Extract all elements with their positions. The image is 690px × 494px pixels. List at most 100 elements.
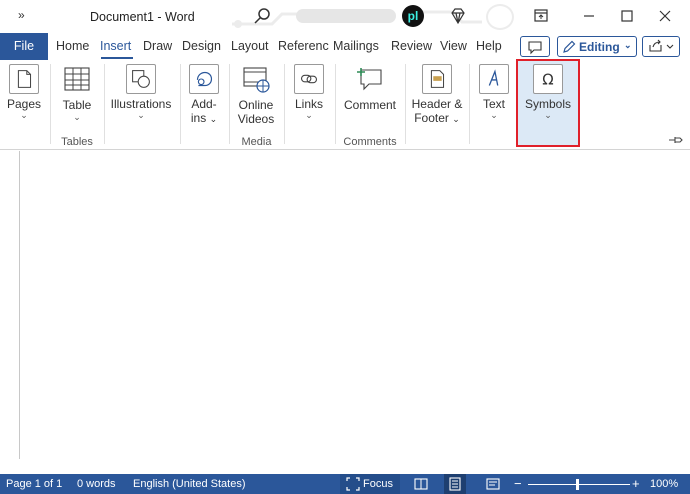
add-ins-button[interactable]: Add- ins ⌄: [184, 60, 224, 134]
print-layout-icon: [449, 477, 461, 491]
zoom-in-button[interactable]: +: [632, 476, 640, 491]
separator: [405, 64, 406, 144]
illustrations-label: Illustrations: [110, 97, 172, 111]
account-name-redacted: [296, 9, 396, 23]
tab-review[interactable]: Review: [391, 39, 432, 53]
focus-label: Focus: [363, 478, 393, 490]
web-layout-icon[interactable]: [486, 477, 500, 491]
read-mode-icon[interactable]: [414, 477, 428, 491]
group-label-comments: Comments: [343, 136, 397, 148]
text-label: Text: [482, 97, 505, 111]
table-label: Table: [62, 98, 92, 112]
separator: [284, 64, 285, 144]
language-indicator[interactable]: English (United States): [133, 478, 246, 490]
zoom-slider-thumb[interactable]: [576, 479, 579, 490]
document-canvas[interactable]: [0, 151, 690, 474]
link-icon: [294, 64, 324, 94]
new-comment-button[interactable]: Comment: [339, 60, 401, 134]
tab-layout[interactable]: Layout: [231, 39, 269, 53]
insert-ribbon: Pages ⌄ Table ⌄ Tables Illustrations ⌄ A…: [0, 60, 690, 150]
online-videos-button[interactable]: Online Videos: [233, 60, 279, 134]
status-bar: Page 1 of 1 0 words English (United Stat…: [0, 474, 690, 494]
table-icon: [62, 64, 92, 94]
active-tab-indicator: [101, 57, 133, 59]
restore-ribbon-icon[interactable]: [530, 6, 552, 26]
pages-button[interactable]: Pages ⌄: [2, 60, 46, 134]
shapes-icon: [126, 64, 156, 94]
separator: [229, 64, 230, 144]
search-icon[interactable]: [252, 6, 272, 26]
title-bar: » Document1 - Word pl: [0, 0, 690, 33]
diamond-icon[interactable]: [450, 7, 466, 25]
online-video-icon: [241, 64, 271, 94]
header-footer-label-line2: Footer ⌄: [414, 111, 460, 125]
pencil-icon: [563, 40, 576, 53]
chevron-down-icon: ⌄: [624, 40, 632, 50]
chevron-down-icon: ⌄: [452, 114, 460, 124]
print-layout-button[interactable]: [444, 474, 466, 494]
add-ins-label-line2: ins ⌄: [190, 111, 218, 125]
online-videos-label-line2: Videos: [237, 112, 275, 126]
group-label-tables: Tables: [61, 136, 93, 148]
tab-view[interactable]: View: [440, 39, 467, 53]
comment-bubble-icon: [528, 41, 542, 55]
page-count[interactable]: Page 1 of 1: [6, 478, 62, 490]
separator: [469, 64, 470, 144]
comments-button[interactable]: [520, 36, 550, 57]
zoom-out-button[interactable]: −: [514, 476, 522, 491]
decor-circle: [486, 4, 514, 30]
add-ins-icon: [189, 64, 219, 94]
tab-home[interactable]: Home: [56, 39, 89, 53]
text-box-icon: [479, 64, 509, 94]
add-ins-label-line1: Add-: [191, 97, 217, 111]
chevron-down-icon: ⌄: [73, 112, 81, 122]
tab-insert[interactable]: Insert: [100, 39, 131, 53]
chevron-down-icon: ⌄: [137, 110, 145, 120]
tab-file[interactable]: File: [0, 33, 48, 60]
pin-ribbon-icon[interactable]: [668, 134, 684, 146]
pages-label: Pages: [6, 97, 42, 111]
tab-design[interactable]: Design: [182, 39, 221, 53]
separator: [50, 64, 51, 144]
text-button[interactable]: Text ⌄: [473, 60, 515, 134]
tab-references[interactable]: Referenc: [278, 39, 329, 53]
group-label-media: Media: [241, 136, 272, 148]
minimize-icon[interactable]: [578, 6, 600, 26]
online-videos-label-line1: Online: [238, 98, 274, 112]
zoom-slider[interactable]: [528, 484, 630, 485]
tab-help[interactable]: Help: [476, 39, 502, 53]
comment-label: Comment: [343, 98, 396, 112]
symbols-highlight-box: [516, 59, 580, 147]
tab-mailings[interactable]: Mailings: [333, 39, 379, 53]
chevron-down-icon: ⌄: [209, 114, 218, 124]
header-footer-icon: [422, 64, 452, 94]
focus-button[interactable]: Focus: [340, 474, 400, 494]
chevron-down-icon: ⌄: [305, 110, 313, 120]
quick-access-overflow-button[interactable]: »: [18, 8, 25, 22]
zoom-level[interactable]: 100%: [650, 478, 678, 490]
separator: [180, 64, 181, 144]
word-count[interactable]: 0 words: [77, 478, 116, 490]
tab-draw[interactable]: Draw: [143, 39, 172, 53]
links-button[interactable]: Links ⌄: [288, 60, 330, 134]
page-margin-line: [19, 151, 20, 459]
close-icon[interactable]: [654, 6, 676, 26]
chevron-down-icon: ⌄: [490, 110, 498, 120]
chevron-down-icon: ⌄: [20, 110, 28, 120]
illustrations-button[interactable]: Illustrations ⌄: [108, 60, 174, 134]
separator: [335, 64, 336, 144]
new-comment-icon: [355, 64, 385, 94]
focus-icon: [346, 477, 360, 491]
header-footer-label-line1: Header &: [411, 97, 463, 111]
table-button[interactable]: Table ⌄: [54, 60, 100, 134]
editing-mode-button[interactable]: Editing ⌄: [557, 36, 637, 57]
links-label: Links: [294, 97, 323, 111]
editing-label: Editing: [579, 40, 620, 54]
header-footer-button[interactable]: Header & Footer ⌄: [408, 60, 466, 134]
share-icon: [649, 39, 674, 52]
pages-icon: [9, 64, 39, 94]
maximize-icon[interactable]: [616, 6, 638, 26]
share-button[interactable]: [642, 36, 680, 57]
brand-logo: pl: [402, 5, 424, 27]
separator: [104, 64, 105, 144]
